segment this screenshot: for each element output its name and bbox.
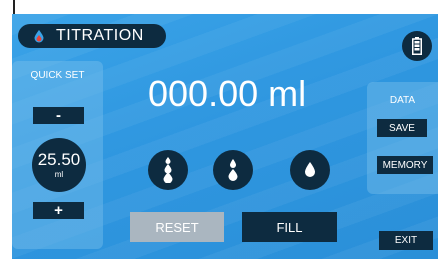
battery-icon [412,37,422,55]
fill-button[interactable]: FILL [242,212,337,242]
data-panel: DATA SAVE MEMORY [367,82,438,194]
titration-screen: TITRATION QUICK SET - 25.50 ml + 000.00 … [12,14,438,259]
single-drop-button[interactable] [290,150,330,190]
three-drops-icon [163,157,173,183]
quick-set-value-display[interactable]: 25.50 ml [32,138,86,192]
title-bar: TITRATION [18,24,166,48]
two-drops-button[interactable] [213,150,253,190]
decrease-button[interactable]: - [33,107,84,124]
quick-set-value: 25.50 [37,150,81,169]
three-drops-button[interactable] [148,150,188,190]
battery-button[interactable] [402,31,432,61]
two-drops-icon [228,159,238,181]
single-drop-icon [305,162,315,177]
increase-button[interactable]: + [33,202,84,219]
quick-set-label: QUICK SET [30,70,85,81]
quick-set-unit: ml [54,170,64,179]
cursor-line [13,0,15,15]
reset-button[interactable]: RESET [130,212,224,242]
volume-readout: 000.00 ml [148,73,307,114]
save-button[interactable]: SAVE [377,119,427,137]
data-label: DATA [389,95,416,106]
app-title: TITRATION [56,27,144,44]
quick-set-panel: QUICK SET - 25.50 ml + [12,61,103,249]
memory-button[interactable]: MEMORY [377,156,433,174]
water-drop-icon [34,30,44,43]
exit-button[interactable]: EXIT [379,231,433,250]
